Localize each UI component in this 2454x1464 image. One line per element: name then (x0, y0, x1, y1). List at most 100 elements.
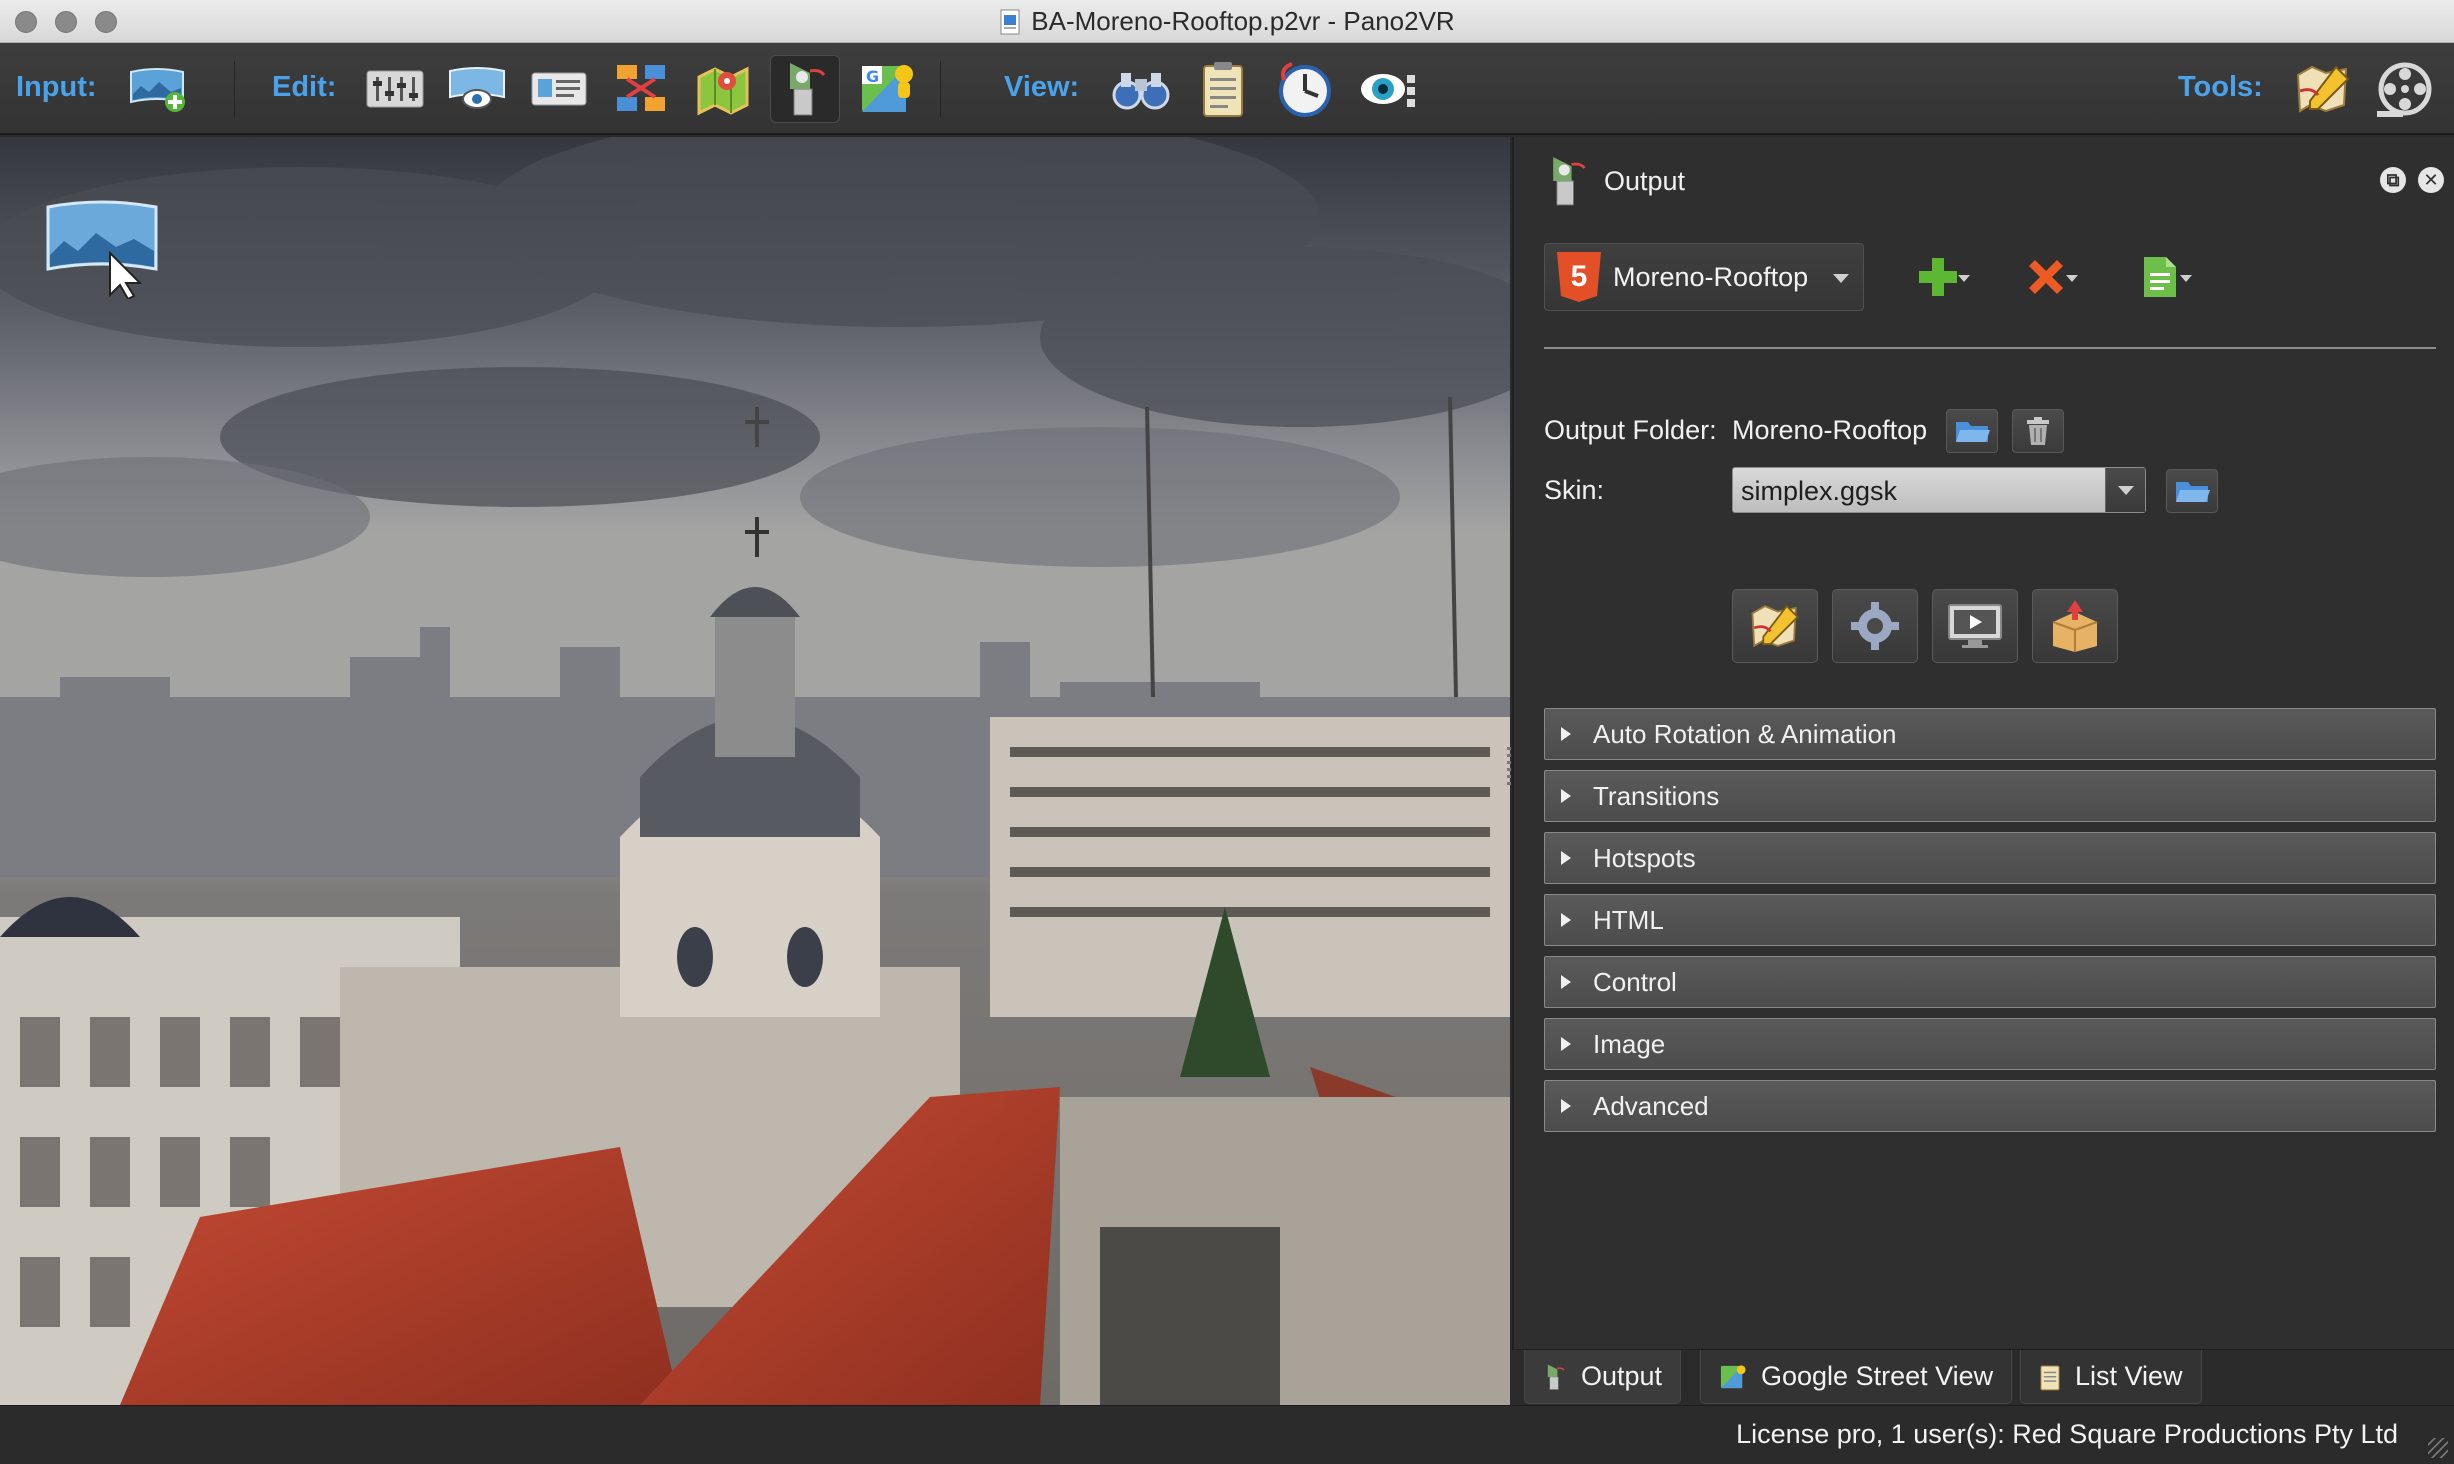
tab-label: List View (2075, 1361, 2183, 1391)
user-data-button[interactable] (524, 55, 594, 123)
expand-arrow-icon (1561, 789, 1571, 803)
panorama-navigator-icon[interactable] (44, 199, 162, 299)
binoculars-icon (1112, 73, 1170, 110)
eye-button[interactable] (1352, 55, 1422, 123)
skin-editor-icon (1751, 604, 1799, 648)
eye-icon (1361, 74, 1415, 107)
chevron-down-icon (2180, 275, 2192, 282)
viewing-parameters-button[interactable] (442, 55, 512, 123)
plus-icon (1919, 258, 1957, 296)
panel-title: Output (1604, 165, 1686, 196)
license-text: License pro, 1 user(s): Red Square Produ… (1736, 1419, 2398, 1449)
monitor-play-icon (1948, 604, 2002, 648)
edit-label: Edit: (272, 71, 337, 103)
preview-button[interactable] (1932, 589, 2018, 663)
output-preset-select[interactable]: 5 Moreno-Rooftop (1544, 243, 1864, 311)
chevron-down-icon (1833, 274, 1849, 283)
street-view-button[interactable]: G (852, 55, 922, 123)
animation-icon (2377, 62, 2432, 117)
chevron-down-icon (2117, 485, 2134, 495)
tools-label: Tools: (2178, 71, 2263, 103)
output-icon (1553, 157, 1586, 206)
section-label: Image (1593, 1028, 1666, 1059)
splitter-handle[interactable] (1507, 747, 1511, 787)
expand-arrow-icon (1561, 913, 1571, 927)
import-panorama-button[interactable] (122, 55, 192, 123)
section-transitions[interactable]: Transitions (1544, 770, 2436, 822)
section-advanced[interactable]: Advanced (1544, 1080, 2436, 1132)
section-control[interactable]: Control (1544, 956, 2436, 1008)
html5-icon: 5 (1557, 252, 1601, 302)
section-auto-rotation[interactable]: Auto Rotation & Animation (1544, 708, 2436, 760)
close-panel-button[interactable]: ✕ (2418, 167, 2444, 193)
output-folder-label: Output Folder: (1544, 415, 1717, 445)
package-button[interactable] (2032, 589, 2118, 663)
folder-icon (2176, 482, 2210, 502)
expand-arrow-icon (1561, 851, 1571, 865)
output-icon (790, 63, 826, 116)
list-view-icon (1203, 62, 1243, 117)
tab-list-view[interactable]: List View (2020, 1350, 2202, 1404)
section-label: Advanced (1593, 1090, 1709, 1121)
properties-button[interactable] (360, 55, 430, 123)
document-list-icon (2144, 257, 2176, 297)
main-toolbar: Input: Edit: G View: Tools: (0, 43, 2454, 135)
svg-text:G: G (866, 67, 879, 86)
expand-arrow-icon (1561, 1099, 1571, 1113)
tour-button[interactable] (1270, 55, 1340, 123)
skin-label: Skin: (1544, 475, 1605, 505)
open-skin-editor-button[interactable] (1732, 589, 1818, 663)
chevron-down-icon (2066, 275, 2078, 282)
skin-select[interactable]: simplex.ggsk (1732, 467, 2146, 513)
section-label: Hotspots (1593, 842, 1696, 873)
delete-icon (2029, 260, 2063, 294)
output-icon (1547, 1364, 1565, 1390)
tour-browser-button[interactable] (606, 55, 676, 123)
skin-editor-button[interactable] (2288, 55, 2358, 123)
output-document-button[interactable] (2128, 249, 2192, 305)
tab-output[interactable]: Output (1524, 1350, 1682, 1404)
panorama-image (0, 137, 1510, 1405)
properties-icon (366, 70, 424, 108)
trash-icon (2027, 417, 2049, 445)
window-title: BA-Moreno-Rooftop.p2vr - Pano2VR (1031, 6, 1455, 36)
output-panel: Output ⧉ ✕ 5 Moreno-Rooftop Output Folde… (1507, 137, 2454, 1405)
delete-output-button[interactable] (2014, 249, 2078, 305)
gear-icon (1851, 602, 1899, 650)
tab-label: Google Street View (1761, 1361, 1994, 1391)
street-view-icon (1720, 1364, 1746, 1388)
tour-icon (1279, 62, 1331, 117)
import-panorama-icon (130, 68, 185, 112)
view-label: View: (1004, 71, 1080, 103)
tab-google-street-view[interactable]: Google Street View (1700, 1350, 2013, 1404)
binoculars-button[interactable] (1106, 55, 1176, 123)
panorama-viewer[interactable] (0, 137, 1510, 1405)
tour-browser-icon (617, 65, 665, 111)
section-image[interactable]: Image (1544, 1018, 2436, 1070)
list-view-button[interactable] (1188, 55, 1258, 123)
output-folder-value: Moreno-Rooftop (1732, 415, 1928, 445)
section-label: Control (1593, 966, 1677, 997)
divider (1544, 347, 2436, 349)
tab-label: Output (1581, 1361, 1663, 1391)
skin-dropdown-button[interactable] (2105, 468, 2145, 512)
section-label: Transitions (1593, 780, 1720, 811)
section-label: Auto Rotation & Animation (1593, 718, 1897, 749)
title-bar: BA-Moreno-Rooftop.p2vr - Pano2VR (0, 0, 2454, 43)
animation-button[interactable] (2370, 55, 2440, 123)
open-folder-button[interactable] (1946, 409, 1998, 453)
section-html[interactable]: HTML (1544, 894, 2436, 946)
resize-grip-icon[interactable] (2428, 1438, 2448, 1458)
map-icon (697, 66, 749, 116)
section-hotspots[interactable]: Hotspots (1544, 832, 2436, 884)
skin-value: simplex.ggsk (1741, 476, 1898, 506)
add-output-button[interactable] (1906, 249, 1970, 305)
clear-folder-button[interactable] (2012, 409, 2064, 453)
float-panel-button[interactable]: ⧉ (2380, 167, 2406, 193)
open-skin-button[interactable] (2166, 469, 2218, 513)
output-settings-button[interactable] (1832, 589, 1918, 663)
chevron-down-icon (1958, 275, 1970, 282)
output-button[interactable] (770, 55, 840, 123)
map-button[interactable] (688, 55, 758, 123)
package-icon (2052, 600, 2098, 652)
